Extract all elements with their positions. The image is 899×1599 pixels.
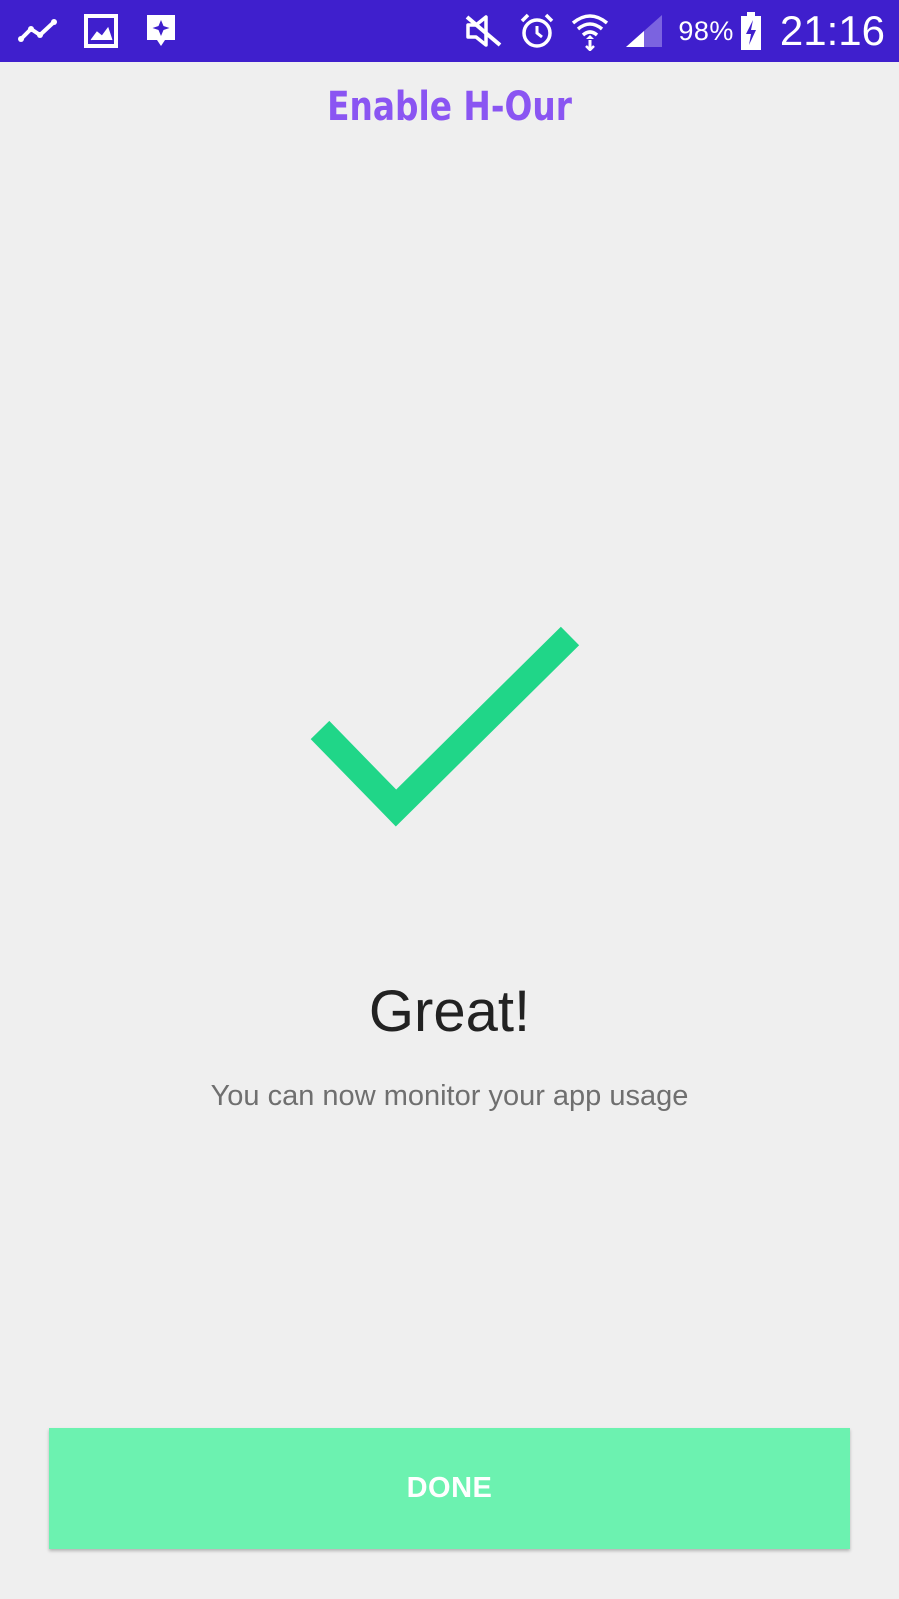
activity-chart-icon (18, 16, 58, 46)
done-button[interactable]: DONE (49, 1428, 850, 1549)
status-clock: 21:16 (779, 7, 885, 54)
battery-charging-icon (740, 11, 762, 51)
success-title: Great! (368, 979, 531, 1044)
success-message: You can now monitor your app usage (210, 1080, 689, 1112)
notification-icons (18, 0, 178, 62)
gallery-image-icon (84, 14, 118, 48)
sparkle-message-icon (144, 12, 178, 50)
check-mark-icon (310, 620, 590, 840)
page-title: Enable H-Our (327, 84, 572, 130)
signal-icon (624, 13, 664, 49)
system-status-icons: 98% 21:16 (464, 0, 885, 62)
alarm-icon (518, 12, 556, 50)
wifi-icon (570, 11, 610, 51)
battery-percent: 98% (678, 15, 734, 46)
battery-status: 98% (678, 11, 762, 51)
mute-icon (464, 13, 504, 49)
status-bar: 98% 21:16 (0, 0, 899, 62)
